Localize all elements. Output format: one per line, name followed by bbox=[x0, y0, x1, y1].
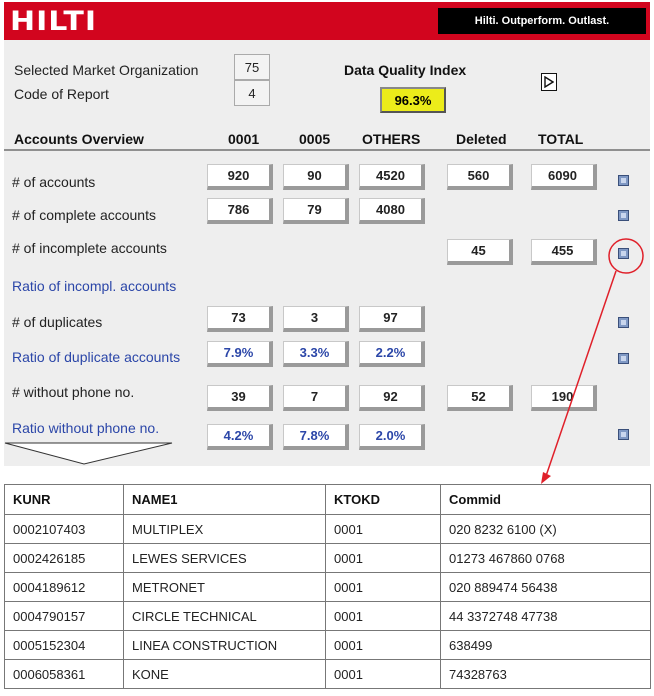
row-label-complete: # of complete accounts bbox=[12, 207, 156, 223]
market-org-label: Selected Market Organization bbox=[14, 62, 199, 78]
drilldown-icon-complete[interactable] bbox=[618, 210, 629, 221]
tagline: Hilti. Outperform. Outlast. bbox=[438, 8, 646, 34]
value-incomplete-total[interactable]: 455 bbox=[531, 239, 597, 265]
market-org-field[interactable]: 75 bbox=[234, 54, 270, 80]
row-label-ratio-incomplete: Ratio of incompl. accounts bbox=[12, 278, 177, 294]
value-accounts-total[interactable]: 6090 bbox=[531, 164, 597, 190]
cell-ktokd: 0001 bbox=[325, 572, 441, 602]
table-row[interactable]: 0006058361 KONE 0001 74328763 bbox=[4, 659, 651, 689]
scroll-down-arrow-icon[interactable] bbox=[4, 440, 174, 466]
app-header: HILTI Hilti. Outperform. Outlast. bbox=[4, 2, 650, 40]
cell-ktokd: 0001 bbox=[325, 630, 441, 660]
play-button[interactable] bbox=[541, 73, 557, 91]
table-row[interactable]: 0002107403 MULTIPLEX 0001 020 8232 6100 … bbox=[4, 514, 651, 544]
cell-name1: KONE bbox=[123, 659, 326, 689]
drilldown-icon-accounts[interactable] bbox=[618, 175, 629, 186]
value-incomplete-deleted[interactable]: 45 bbox=[447, 239, 513, 265]
table-row[interactable]: 0005152304 LINEA CONSTRUCTION 0001 63849… bbox=[4, 630, 651, 660]
value-accounts-0001[interactable]: 920 bbox=[207, 164, 273, 190]
value-ratio-dup-others[interactable]: 2.2% bbox=[359, 341, 425, 367]
value-accounts-deleted[interactable]: 560 bbox=[447, 164, 513, 190]
value-nophone-others[interactable]: 92 bbox=[359, 385, 425, 411]
cell-kunr: 0002426185 bbox=[4, 543, 124, 573]
cell-commid: 020 889474 56438 bbox=[440, 572, 651, 602]
value-complete-0005[interactable]: 79 bbox=[283, 198, 349, 224]
value-nophone-total[interactable]: 190 bbox=[531, 385, 597, 411]
col-header-ktokd[interactable]: KTOKD bbox=[325, 484, 441, 515]
cell-commid: 74328763 bbox=[440, 659, 651, 689]
col-head-0001: 0001 bbox=[228, 131, 260, 147]
cell-name1: METRONET bbox=[123, 572, 326, 602]
accounts-overview-panel: Selected Market Organization 75 Code of … bbox=[4, 40, 650, 466]
cell-kunr: 0004790157 bbox=[4, 601, 124, 631]
cell-ktokd: 0001 bbox=[325, 543, 441, 573]
hilti-logo: HILTI bbox=[10, 5, 98, 37]
row-label-incomplete: # of incomplete accounts bbox=[12, 240, 167, 256]
value-complete-0001[interactable]: 786 bbox=[207, 198, 273, 224]
col-head-others: OTHERS bbox=[362, 131, 421, 147]
value-ratio-dup-0005[interactable]: 3.3% bbox=[283, 341, 349, 367]
dqi-label: Data Quality Index bbox=[344, 62, 467, 78]
cell-kunr: 0004189612 bbox=[4, 572, 124, 602]
drilldown-icon-duplicates[interactable] bbox=[618, 317, 629, 328]
cell-ktokd: 0001 bbox=[325, 659, 441, 689]
col-head-deleted: Deleted bbox=[456, 131, 507, 147]
cell-ktokd: 0001 bbox=[325, 514, 441, 544]
value-duplicates-others[interactable]: 97 bbox=[359, 306, 425, 332]
drilldown-icon-ratio-duplicates[interactable] bbox=[618, 353, 629, 364]
cell-commid: 44 3372748 47738 bbox=[440, 601, 651, 631]
row-label-ratio-no-phone: Ratio without phone no. bbox=[12, 420, 160, 436]
value-complete-others[interactable]: 4080 bbox=[359, 198, 425, 224]
cell-commid: 638499 bbox=[440, 630, 651, 660]
col-header-name1[interactable]: NAME1 bbox=[123, 484, 326, 515]
value-nophone-0001[interactable]: 39 bbox=[207, 385, 273, 411]
col-head-0005: 0005 bbox=[299, 131, 331, 147]
value-duplicates-0005[interactable]: 3 bbox=[283, 306, 349, 332]
table-row[interactable]: 0004189612 METRONET 0001 020 889474 5643… bbox=[4, 572, 651, 602]
report-code-label: Code of Report bbox=[14, 86, 109, 102]
row-label-accounts: # of accounts bbox=[12, 174, 96, 190]
drilldown-icon-ratio-no-phone[interactable] bbox=[618, 429, 629, 440]
value-duplicates-0001[interactable]: 73 bbox=[207, 306, 273, 332]
report-code-field[interactable]: 4 bbox=[234, 80, 270, 106]
table-header-row: KUNR NAME1 KTOKD Commid bbox=[4, 484, 651, 515]
value-ratio-nophone-0001[interactable]: 4.2% bbox=[207, 424, 273, 450]
row-label-ratio-duplicates: Ratio of duplicate accounts bbox=[12, 349, 181, 365]
cell-name1: MULTIPLEX bbox=[123, 514, 326, 544]
dqi-value: 96.3% bbox=[380, 87, 446, 113]
cell-name1: CIRCLE TECHNICAL bbox=[123, 601, 326, 631]
cell-kunr: 0006058361 bbox=[4, 659, 124, 689]
pointer-arrowhead-icon bbox=[541, 472, 551, 484]
value-nophone-deleted[interactable]: 52 bbox=[447, 385, 513, 411]
value-accounts-0005[interactable]: 90 bbox=[283, 164, 349, 190]
value-accounts-others[interactable]: 4520 bbox=[359, 164, 425, 190]
cell-ktokd: 0001 bbox=[325, 601, 441, 631]
overview-title: Accounts Overview bbox=[14, 131, 144, 147]
play-icon bbox=[544, 76, 554, 88]
cell-kunr: 0005152304 bbox=[4, 630, 124, 660]
col-header-commid[interactable]: Commid bbox=[440, 484, 651, 515]
value-ratio-nophone-others[interactable]: 2.0% bbox=[359, 424, 425, 450]
value-ratio-nophone-0005[interactable]: 7.8% bbox=[283, 424, 349, 450]
value-ratio-dup-0001[interactable]: 7.9% bbox=[207, 341, 273, 367]
col-head-total: TOTAL bbox=[538, 131, 584, 147]
cell-commid: 01273 467860 0768 bbox=[440, 543, 651, 573]
col-header-kunr[interactable]: KUNR bbox=[4, 484, 124, 515]
account-detail-table: KUNR NAME1 KTOKD Commid 0002107403 MULTI… bbox=[4, 484, 651, 689]
cell-name1: LINEA CONSTRUCTION bbox=[123, 630, 326, 660]
value-nophone-0005[interactable]: 7 bbox=[283, 385, 349, 411]
row-label-duplicates: # of duplicates bbox=[12, 314, 103, 330]
table-row[interactable]: 0002426185 LEWES SERVICES 0001 01273 467… bbox=[4, 543, 651, 573]
cell-commid: 020 8232 6100 (X) bbox=[440, 514, 651, 544]
drilldown-icon-incomplete[interactable] bbox=[618, 248, 629, 259]
cell-name1: LEWES SERVICES bbox=[123, 543, 326, 573]
table-row[interactable]: 0004790157 CIRCLE TECHNICAL 0001 44 3372… bbox=[4, 601, 651, 631]
row-label-no-phone: # without phone no. bbox=[12, 384, 135, 400]
cell-kunr: 0002107403 bbox=[4, 514, 124, 544]
header-divider bbox=[4, 149, 650, 151]
